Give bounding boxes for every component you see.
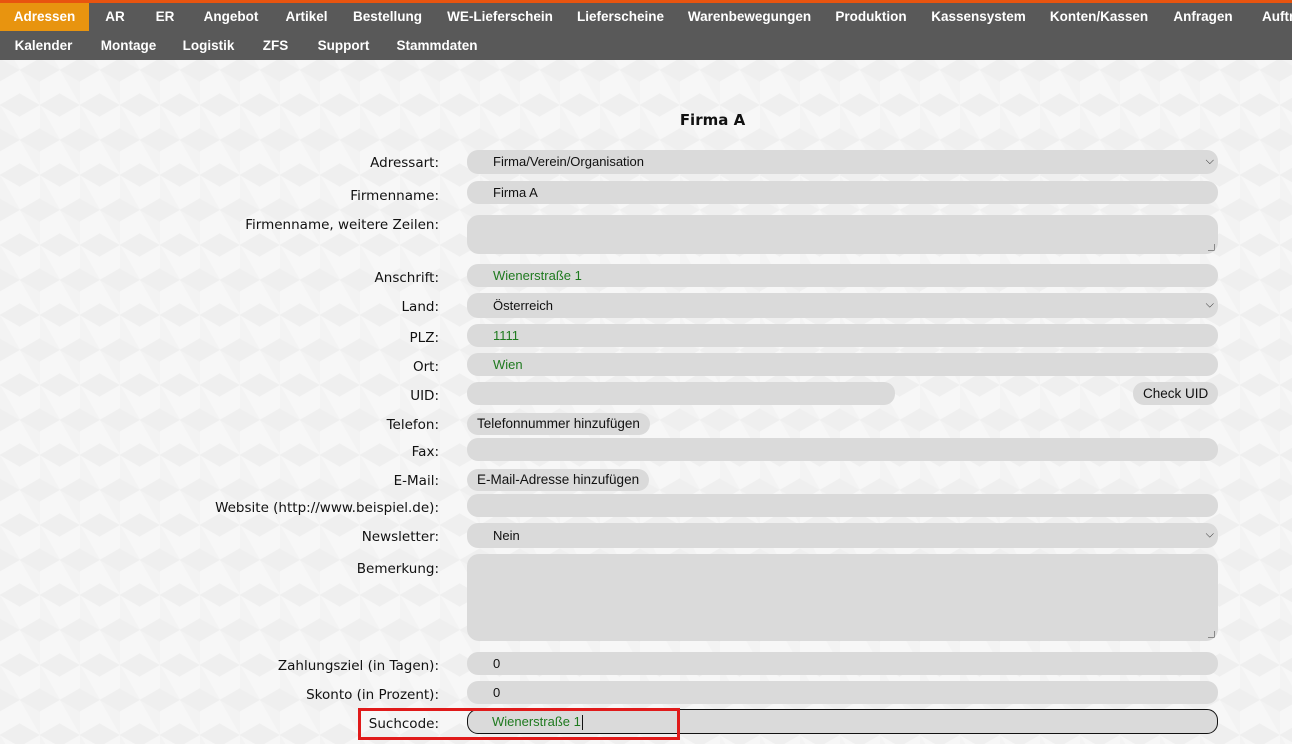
firmenname-weitere-label: Firmenname, weitere Zeilen: [245,217,439,233]
nav-item-zfs[interactable]: ZFS [247,32,304,60]
uid-input[interactable] [467,382,895,405]
nav-item-ar[interactable]: AR [89,3,141,31]
chevron-down-icon: ⌵ [1205,154,1214,167]
nav-item-we-lieferschein[interactable]: WE-Lieferschein [435,3,565,31]
resize-handle-icon[interactable] [1208,631,1215,638]
add-email-button[interactable]: E-Mail-Adresse hinzufügen [467,469,650,491]
chevron-down-icon: ⌵ [1205,297,1214,310]
skonto-label: Skonto (in Prozent): [306,687,439,703]
plz-input[interactable]: 1111 [467,324,1218,347]
nav-item-stammdaten[interactable]: Stammdaten [383,32,491,60]
website-label: Website (http://www.beispiel.de): [215,500,439,516]
zahlungsziel-input[interactable]: 0 [467,652,1218,675]
nav-item-anfragen[interactable]: Anfragen [1160,3,1246,31]
newsletter-label: Newsletter: [361,529,439,545]
fax-input[interactable] [467,438,1218,461]
land-value: Österreich [493,298,553,313]
nav-item-montage[interactable]: Montage [87,32,170,60]
chevron-down-icon: ⌵ [1205,527,1214,540]
land-select[interactable]: Österreich ⌵ [467,293,1218,318]
adressart-label: Adressart: [370,155,439,171]
main-navbar: Adressen AR ER Angebot Artikel Bestellun… [0,0,1292,60]
newsletter-select[interactable]: Nein ⌵ [467,523,1218,548]
firmenname-weitere-textarea[interactable] [467,215,1218,254]
adressart-select[interactable]: Firma/Verein/Organisation ⌵ [467,150,1218,174]
ort-label: Ort: [412,359,439,375]
fax-label: Fax: [411,444,439,460]
bemerkung-label: Bemerkung: [356,561,439,577]
nav-item-artikel[interactable]: Artikel [273,3,340,31]
nav-item-warenbewegungen[interactable]: Warenbewegungen [676,3,823,31]
zahlungsziel-label: Zahlungsziel (in Tagen): [277,658,439,674]
resize-handle-icon[interactable] [1208,244,1215,251]
nav-item-adressen[interactable]: Adressen [0,3,89,31]
nav-item-er[interactable]: ER [141,3,189,31]
telefon-label: Telefon: [386,417,439,433]
uid-label: UID: [410,388,439,404]
nav-item-kalender[interactable]: Kalender [0,32,87,60]
newsletter-value: Nein [493,528,520,543]
nav-item-konten-kassen[interactable]: Konten/Kassen [1038,3,1160,31]
highlight-box [358,708,680,740]
nav-item-angebot[interactable]: Angebot [189,3,273,31]
website-input[interactable] [467,494,1218,517]
nav-item-bestellung[interactable]: Bestellung [340,3,435,31]
nav-item-auftraege[interactable]: Auftr [1246,3,1292,31]
anschrift-input[interactable]: Wienerstraße 1 [467,264,1218,287]
nav-item-logistik[interactable]: Logistik [170,32,247,60]
firmenname-input[interactable]: Firma A [467,181,1218,204]
plz-label: PLZ: [409,330,439,346]
nav-item-kassensystem[interactable]: Kassensystem [919,3,1038,31]
anschrift-label: Anschrift: [374,270,439,286]
bemerkung-textarea[interactable] [467,554,1218,641]
adressart-value: Firma/Verein/Organisation [493,154,645,169]
email-label: E-Mail: [393,473,439,489]
check-uid-button[interactable]: Check UID [1133,382,1219,405]
page-title: Firma A [679,111,746,129]
skonto-input[interactable]: 0 [467,681,1218,704]
add-phone-button[interactable]: Telefonnummer hinzufügen [467,413,650,435]
ort-input[interactable]: Wien [467,353,1218,376]
nav-item-produktion[interactable]: Produktion [823,3,919,31]
nav-item-support[interactable]: Support [304,32,383,60]
firmenname-label: Firmenname: [350,188,439,204]
land-label: Land: [401,299,439,315]
nav-item-lieferscheine[interactable]: Lieferscheine [565,3,676,31]
